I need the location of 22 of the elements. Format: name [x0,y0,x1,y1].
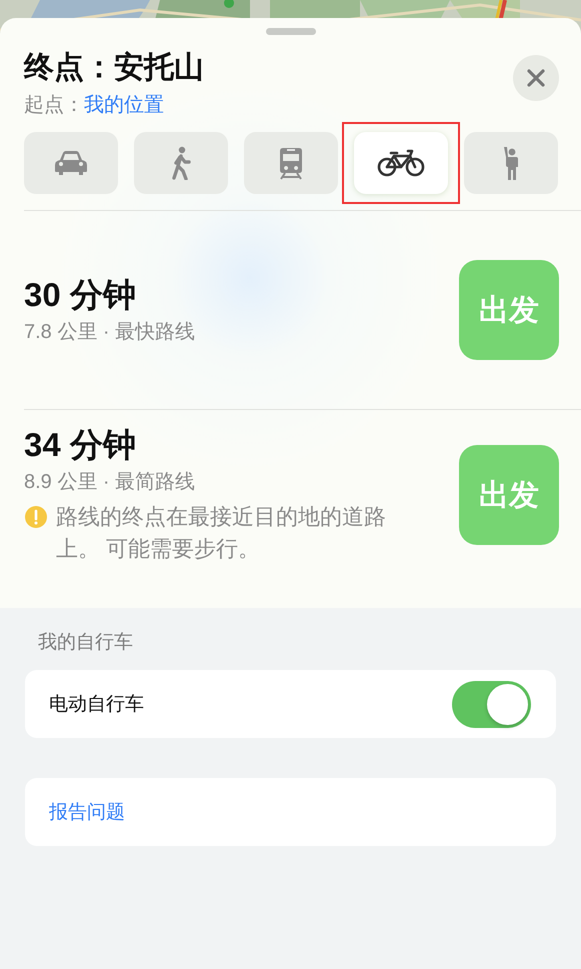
toggle-switch[interactable] [452,680,531,728]
car-icon [54,150,88,176]
route-duration: 34 分钟 [24,424,137,464]
destination-title: 终点：安托山 [24,50,204,86]
close-button[interactable] [513,55,559,101]
route-duration: 30 分钟 [24,274,137,314]
transport-mode-tab[interactable] [354,132,448,194]
option-label: 电动自行车 [49,693,144,717]
origin-link[interactable]: 我的位置 [84,94,164,116]
close-icon [526,68,546,88]
report-problem-button[interactable]: 报告问题 [25,778,556,846]
bicycle-icon [377,148,425,178]
origin-label: 起点： [24,94,84,116]
person-waving-icon [501,145,521,181]
section-heading: 我的自行车 [38,631,134,655]
drag-handle[interactable] [266,28,316,35]
route-warning: 路线的终点在最接近目的地的道路上。 可能需要步行。 [56,503,387,564]
route-details: 8.9 公里 · 最简路线 [24,470,196,496]
train-icon [278,146,304,180]
route-details: 7.8 公里 · 最快路线 [24,320,196,346]
walking-icon [170,146,192,180]
warning-icon [24,505,48,530]
